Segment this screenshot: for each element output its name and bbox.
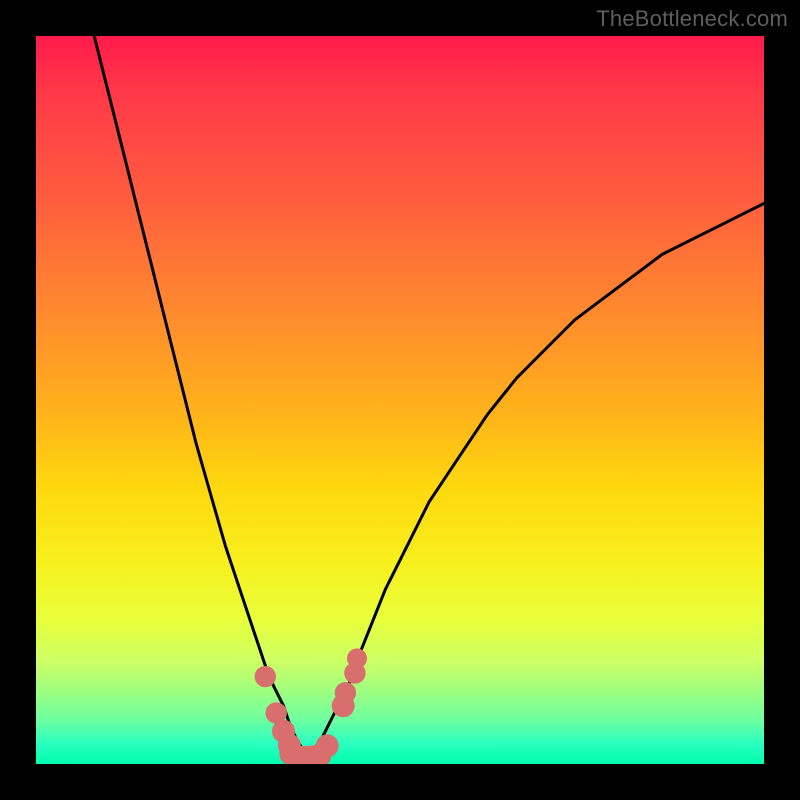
curve-marker (301, 745, 324, 764)
curve-marker (272, 720, 295, 743)
curve-marker (332, 694, 355, 717)
curve-marker (344, 662, 365, 683)
curve-marker (266, 702, 287, 723)
plot-area (36, 36, 764, 764)
curve-marker (279, 742, 302, 764)
curve-marker (308, 744, 331, 764)
curve-marker (294, 746, 317, 764)
curve-marker (255, 666, 276, 687)
curve-marker (278, 734, 301, 757)
watermark-text: TheBottleneck.com (596, 6, 788, 32)
curve-path (94, 36, 764, 753)
chart-frame: TheBottleneck.com (0, 0, 800, 800)
curve-marker (335, 682, 356, 703)
curve-marker (316, 734, 339, 757)
curve-marker (287, 745, 310, 764)
curve-marker (347, 648, 367, 668)
bottleneck-curve (36, 36, 764, 764)
